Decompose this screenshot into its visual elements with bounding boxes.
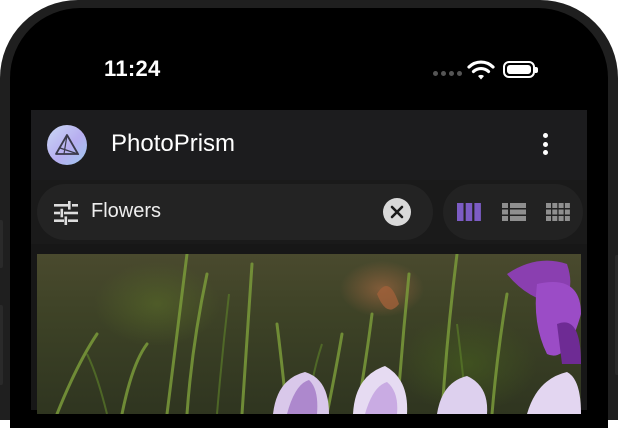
- view-column-icon[interactable]: [455, 198, 483, 226]
- search-field[interactable]: Flowers: [37, 184, 433, 240]
- app-screen: PhotoPrism Flowers: [31, 110, 587, 414]
- search-input[interactable]: Flowers: [91, 200, 161, 223]
- cellular-dots-icon: [433, 71, 462, 76]
- more-vertical-icon[interactable]: [535, 130, 555, 158]
- phone-volume-button: [0, 305, 3, 385]
- close-circle-icon[interactable]: [383, 198, 411, 226]
- view-list-icon[interactable]: [500, 198, 528, 226]
- wifi-icon: [467, 60, 495, 80]
- phone-side-button: [0, 220, 3, 268]
- battery-icon: [503, 61, 538, 78]
- photoprism-logo-icon[interactable]: [47, 125, 87, 165]
- tune-sliders-icon[interactable]: [53, 201, 79, 225]
- photo-card-image[interactable]: [37, 254, 581, 414]
- search-toolbar: Flowers: [31, 180, 587, 244]
- status-time: 11:24: [104, 56, 161, 81]
- view-grid-icon[interactable]: [544, 198, 572, 226]
- view-mode-toggle: [443, 184, 583, 240]
- phone-frame: 11:24 PhotoPrism Flowers: [0, 0, 618, 428]
- app-title: PhotoPrism: [111, 130, 236, 157]
- app-header: PhotoPrism: [31, 110, 587, 180]
